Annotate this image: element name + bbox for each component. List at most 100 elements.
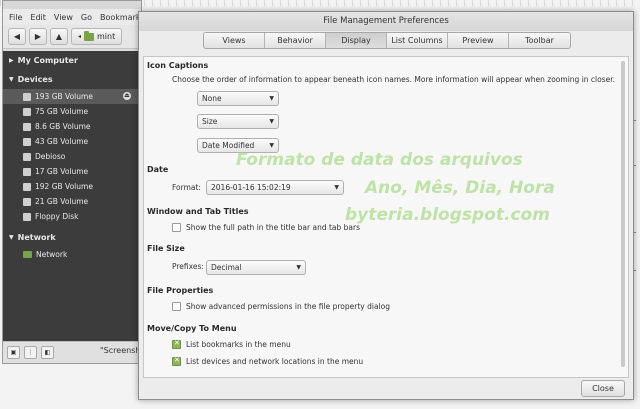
sidebar-item-floppy[interactable]: Floppy Disk bbox=[3, 209, 141, 224]
item-label: 43 GB Volume bbox=[35, 137, 89, 146]
tab-preview[interactable]: Preview bbox=[448, 33, 509, 48]
advanced-permissions-checkbox[interactable] bbox=[172, 302, 181, 311]
drive-icon bbox=[23, 167, 31, 176]
sidebar-item-17gb[interactable]: 17 GB Volume bbox=[3, 164, 141, 179]
tab-bar: Views Behavior Display List Columns Prev… bbox=[203, 32, 571, 49]
tab-display[interactable]: Display bbox=[326, 33, 387, 48]
date-header: Date bbox=[147, 165, 169, 174]
status-text: "Screensh bbox=[100, 346, 141, 355]
arrow-up-icon: ▲ bbox=[55, 32, 63, 41]
drive-icon bbox=[23, 107, 31, 116]
eject-icon[interactable]: ⏏ bbox=[123, 92, 131, 100]
list-devices-checkbox[interactable] bbox=[172, 356, 181, 366]
list-devices-label: List devices and network locations in th… bbox=[186, 357, 364, 366]
item-label: 193 GB Volume bbox=[35, 92, 93, 101]
triangle-down-icon: ▼ bbox=[9, 234, 14, 241]
folder-icon: ▣ bbox=[10, 349, 17, 356]
menu-go[interactable]: Go bbox=[81, 13, 92, 22]
tab-behavior[interactable]: Behavior bbox=[265, 33, 326, 48]
full-path-checkbox[interactable] bbox=[172, 223, 181, 232]
drive-icon bbox=[23, 122, 31, 131]
file-manager-titlebar[interactable] bbox=[3, 1, 141, 9]
arrow-right-icon: ▶ bbox=[34, 32, 42, 41]
icon-captions-header: Icon Captions bbox=[147, 61, 209, 70]
combo-value: Size bbox=[202, 117, 218, 126]
scrollbar-thumb[interactable] bbox=[621, 61, 625, 367]
watermark-line-2: Ano, Mês, Dia, Hora bbox=[365, 178, 555, 198]
caption-combo-1[interactable]: None ▼ bbox=[197, 91, 279, 106]
watermark-line-1: Formato de data dos arquivos bbox=[236, 150, 523, 170]
item-label: Debioso bbox=[35, 152, 66, 161]
network-icon bbox=[23, 251, 32, 258]
section-label: Devices bbox=[17, 75, 53, 84]
dropdown-arrow-icon: ▼ bbox=[269, 118, 274, 125]
path-label: mint bbox=[97, 32, 116, 41]
list-bookmarks-checkbox[interactable] bbox=[172, 339, 181, 349]
item-label: 75 GB Volume bbox=[35, 107, 89, 116]
triangle-right-icon: ▶ bbox=[9, 57, 14, 64]
prefixes-combo[interactable]: Decimal ▼ bbox=[206, 260, 306, 275]
drive-icon bbox=[23, 182, 31, 191]
date-format-label: Format: bbox=[172, 183, 201, 192]
full-path-label: Show the full path in the title bar and … bbox=[186, 223, 361, 232]
sidebar-item-network[interactable]: Network bbox=[3, 247, 141, 262]
path-button-mint[interactable]: ◂ mint bbox=[71, 28, 123, 45]
sidebar-item-debioso[interactable]: Debioso bbox=[3, 149, 141, 164]
hide-sidebar-button[interactable]: ◧ bbox=[41, 346, 54, 359]
combo-value: Date Modified bbox=[202, 141, 255, 150]
sidebar-item-43gb[interactable]: 43 GB Volume bbox=[3, 134, 141, 149]
combo-value: 2016-01-16 15:02:19 bbox=[211, 183, 291, 192]
sidebar-item-192gb[interactable]: 192 GB Volume bbox=[3, 179, 141, 194]
sidebar-item-8-6gb[interactable]: 8.6 GB Volume bbox=[3, 119, 141, 134]
floppy-icon bbox=[23, 212, 31, 221]
show-places-button[interactable]: ▣ bbox=[7, 346, 20, 359]
arrow-left-icon: ◀ bbox=[13, 32, 21, 41]
move-copy-header: Move/Copy To Menu bbox=[147, 324, 237, 333]
tab-views[interactable]: Views bbox=[204, 33, 265, 48]
content-scrollbar[interactable] bbox=[620, 61, 626, 373]
date-format-combo[interactable]: 2016-01-16 15:02:19 ▼ bbox=[206, 180, 344, 195]
sidebar-item-75gb[interactable]: 75 GB Volume bbox=[3, 104, 141, 119]
up-button[interactable]: ▲ bbox=[50, 28, 68, 45]
section-label: Network bbox=[17, 233, 56, 242]
sidebar-item-193gb[interactable]: 193 GB Volume ⏏ bbox=[3, 89, 141, 104]
caption-combo-2[interactable]: Size ▼ bbox=[197, 114, 279, 129]
item-label: 8.6 GB Volume bbox=[35, 122, 91, 131]
forward-button[interactable]: ▶ bbox=[29, 28, 47, 45]
window-titles-header: Window and Tab Titles bbox=[147, 207, 249, 216]
icon-captions-description: Choose the order of information to appea… bbox=[172, 75, 616, 84]
tab-toolbar[interactable]: Toolbar bbox=[509, 33, 570, 48]
dialog-title: File Management Preferences bbox=[139, 12, 633, 31]
advanced-permissions-label: Show advanced permissions in the file pr… bbox=[186, 302, 390, 311]
item-label: 192 GB Volume bbox=[35, 182, 93, 191]
drive-icon bbox=[23, 137, 31, 146]
drive-icon bbox=[23, 197, 31, 206]
close-button[interactable]: Close bbox=[581, 380, 625, 397]
sidebar-icon: ◧ bbox=[44, 349, 51, 356]
sidebar-section-devices[interactable]: ▼ Devices bbox=[3, 70, 141, 89]
item-label: 21 GB Volume bbox=[35, 197, 89, 206]
menu-file[interactable]: File bbox=[9, 13, 22, 22]
menu-edit[interactable]: Edit bbox=[30, 13, 46, 22]
dropdown-arrow-icon: ▼ bbox=[334, 184, 339, 191]
item-label: Floppy Disk bbox=[35, 212, 79, 221]
drive-icon bbox=[23, 92, 31, 101]
menu-view[interactable]: View bbox=[54, 13, 73, 22]
sidebar-section-my-computer[interactable]: ▶ My Computer bbox=[3, 51, 141, 70]
show-tree-button[interactable]: ⋮ bbox=[24, 346, 37, 359]
chevron-left-icon: ◂ bbox=[78, 33, 82, 40]
dropdown-arrow-icon: ▼ bbox=[296, 264, 301, 271]
menu-bar: File Edit View Go Bookmarks H bbox=[3, 9, 159, 25]
file-size-header: File Size bbox=[147, 244, 185, 253]
drive-icon bbox=[23, 152, 31, 161]
item-label: 17 GB Volume bbox=[35, 167, 89, 176]
sidebar-section-network[interactable]: ▼ Network bbox=[3, 228, 141, 247]
triangle-down-icon: ▼ bbox=[9, 76, 14, 83]
file-manager-window: File Edit View Go Bookmarks H ◀ ▶ ▲ ◂ mi… bbox=[2, 0, 159, 364]
sidebar: ▶ My Computer ▼ Devices 193 GB Volume ⏏ 7… bbox=[3, 51, 141, 341]
back-button[interactable]: ◀ bbox=[8, 28, 26, 45]
section-label: My Computer bbox=[17, 56, 78, 65]
prefixes-label: Prefixes: bbox=[172, 262, 204, 271]
sidebar-item-21gb[interactable]: 21 GB Volume bbox=[3, 194, 141, 209]
tab-list-columns[interactable]: List Columns bbox=[387, 33, 448, 48]
